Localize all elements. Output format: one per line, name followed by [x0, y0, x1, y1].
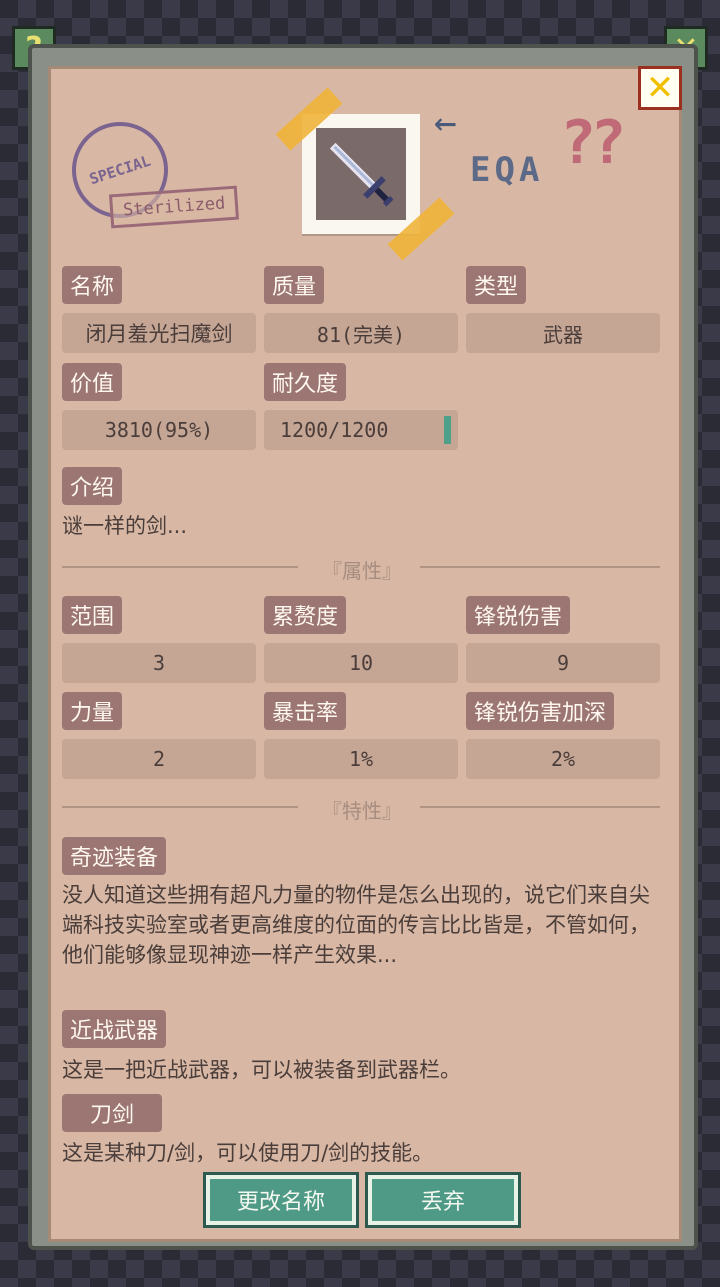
name-label: 名称 — [62, 266, 123, 304]
eqa-stamp: EQA — [470, 150, 544, 190]
item-photo — [302, 114, 420, 234]
close-button[interactable]: ✕ — [638, 66, 682, 110]
durability-bar — [444, 416, 451, 444]
stat-label: 暴击率 — [264, 692, 347, 730]
divider — [62, 806, 298, 808]
trait-text: 这是某种刀/剑，可以使用刀/剑的技能。 — [62, 1141, 434, 1165]
sword-icon — [316, 128, 406, 220]
name-value: 闭月羞光扫魔剑 — [62, 313, 256, 353]
intro-label: 介绍 — [62, 467, 123, 505]
type-value: 武器 — [466, 313, 660, 353]
divider — [420, 806, 660, 808]
attributes-title: 『属性』 — [322, 559, 402, 583]
divider — [62, 566, 298, 568]
trait-text: 这是一把近战武器，可以被装备到武器栏。 — [62, 1058, 461, 1082]
durability-value: 1200/1200 — [264, 410, 458, 450]
stat-value: 3 — [62, 643, 256, 683]
stat-value: 2 — [62, 739, 256, 779]
price-value: 3810(95%) — [62, 410, 256, 450]
trait-label: 奇迹装备 — [62, 837, 167, 875]
type-label: 类型 — [466, 266, 527, 304]
trait-text: 没人知道这些拥有超凡力量的物件是怎么出现的，说它们来自尖端科技实验室或者更高维度… — [62, 883, 650, 967]
divider — [420, 566, 660, 568]
durability-label: 耐久度 — [264, 363, 347, 401]
quality-value: 81(完美) — [264, 313, 458, 353]
trait-label: 近战武器 — [62, 1010, 167, 1048]
stat-value: 2% — [466, 739, 660, 779]
sword-icon-graphic — [329, 142, 394, 207]
stat-label: 锋锐伤害加深 — [466, 692, 615, 730]
trait-label: 刀剑 — [62, 1094, 162, 1132]
stat-label: 累赘度 — [264, 596, 347, 634]
stat-label: 范围 — [62, 596, 123, 634]
question-marks-doodle: ?? — [560, 108, 626, 178]
price-label: 价值 — [62, 363, 123, 401]
traits-title: 『特性』 — [322, 799, 402, 823]
stat-label: 锋锐伤害 — [466, 596, 571, 634]
stat-value: 1% — [264, 739, 458, 779]
arrow-icon: ← — [434, 100, 457, 144]
stat-label: 力量 — [62, 692, 123, 730]
stat-value: 10 — [264, 643, 458, 683]
stat-value: 9 — [466, 643, 660, 683]
discard-button[interactable]: 丢弃 — [365, 1172, 521, 1228]
intro-text: 谜一样的剑... — [62, 514, 188, 538]
quality-label: 质量 — [264, 266, 325, 304]
rename-button[interactable]: 更改名称 — [203, 1172, 359, 1228]
